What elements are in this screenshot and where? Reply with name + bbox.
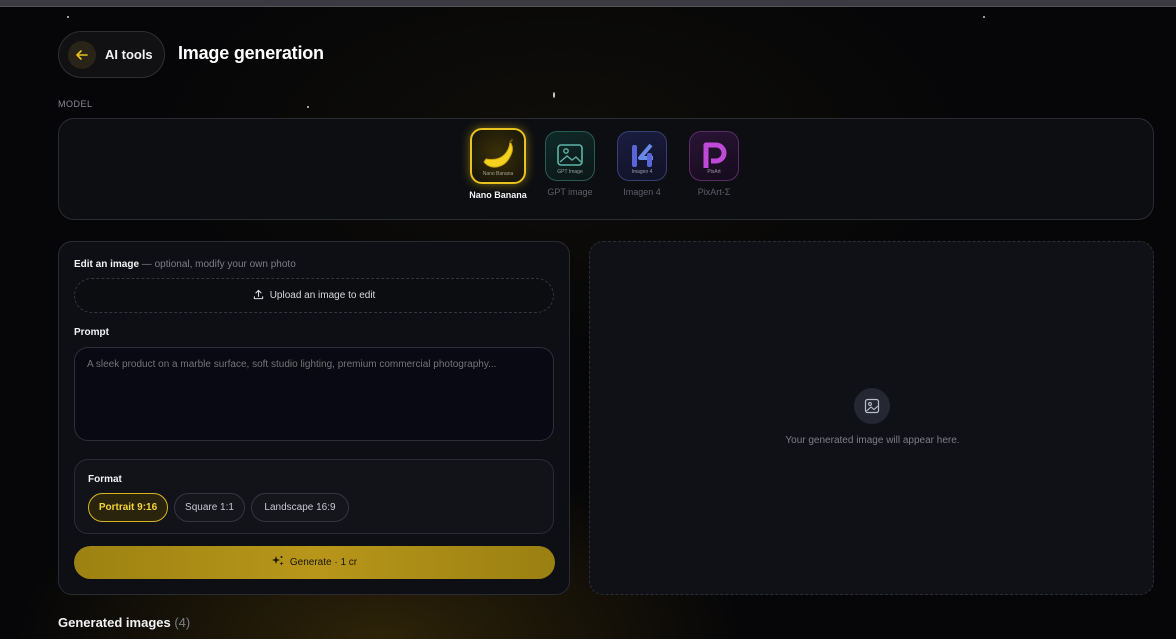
model-tile-caption: PixArt [707, 169, 721, 175]
format-option-landscape[interactable]: Landscape 16:9 [251, 493, 349, 522]
generated-images-count: (4) [174, 615, 191, 630]
star-decoration [67, 16, 69, 18]
model-option-gpt-image[interactable]: GPT Image GPT image [535, 131, 605, 197]
model-option-pixart[interactable]: PixArt PixArt-Σ [679, 131, 749, 197]
upload-icon [253, 289, 264, 303]
edit-image-title: Edit an image [74, 259, 140, 270]
star-decoration [307, 106, 309, 108]
format-option-square[interactable]: Square 1:1 [174, 493, 245, 522]
generate-button-label: Generate · 1 cr [289, 557, 358, 568]
upload-image-button[interactable]: Upload an image to edit [74, 278, 554, 313]
edit-image-sublabel: — optional, modify your own photo [139, 259, 296, 270]
model-tile-caption: Nano Banana [482, 171, 514, 177]
back-to-ai-tools-button[interactable]: AI tools [58, 31, 165, 78]
format-section: Format Portrait 9:16 Square 1:1 Landscap… [74, 459, 554, 534]
model-name-pixart: PixArt-Σ [697, 187, 731, 197]
banana-icon: Nano Banana [470, 128, 526, 184]
sparkles-icon [271, 555, 284, 570]
model-name-nano-banana: Nano Banana [469, 190, 527, 200]
generate-button[interactable]: Generate · 1 cr [74, 546, 555, 579]
format-option-portrait[interactable]: Portrait 9:16 [88, 493, 168, 522]
image-placeholder-icon [854, 388, 890, 424]
generated-images-title: Generated images [58, 615, 171, 630]
prompt-label: Prompt [74, 327, 109, 338]
image-frame-icon: GPT Image [545, 131, 595, 181]
model-option-imagen-4[interactable]: Imagen 4 Imagen 4 [607, 131, 677, 197]
arrow-left-icon [68, 40, 96, 69]
page-title: Image generation [178, 43, 324, 63]
preview-empty-text: Your generated image will appear here. [785, 435, 960, 446]
model-tile-caption: Imagen 4 [631, 169, 653, 175]
model-selector-panel: Nano Banana Nano Banana GPT Image GPT im… [58, 118, 1154, 220]
model-section-caption: MODEL [58, 99, 93, 109]
model-name-gpt-image: GPT image [547, 187, 593, 197]
pixart-logo-icon: PixArt [689, 131, 739, 181]
upload-button-label: Upload an image to edit [269, 290, 376, 301]
star-decoration [983, 16, 985, 18]
browser-top-bar [0, 0, 1176, 7]
model-tile-caption: GPT Image [557, 169, 583, 175]
model-name-imagen-4: Imagen 4 [623, 187, 661, 197]
prompt-input[interactable] [74, 347, 554, 441]
format-label: Format [88, 474, 122, 485]
imagen-logo-icon: Imagen 4 [617, 131, 667, 181]
back-button-label: AI tools [105, 47, 153, 62]
edit-image-label: Edit an image — optional, modify your ow… [74, 259, 296, 270]
model-option-nano-banana[interactable]: Nano Banana Nano Banana [463, 128, 533, 200]
generated-images-heading: Generated images (4) [58, 615, 190, 630]
image-preview-panel: Your generated image will appear here. [589, 241, 1154, 595]
generation-form-panel: Edit an image — optional, modify your ow… [58, 241, 570, 595]
star-decoration [553, 92, 555, 98]
